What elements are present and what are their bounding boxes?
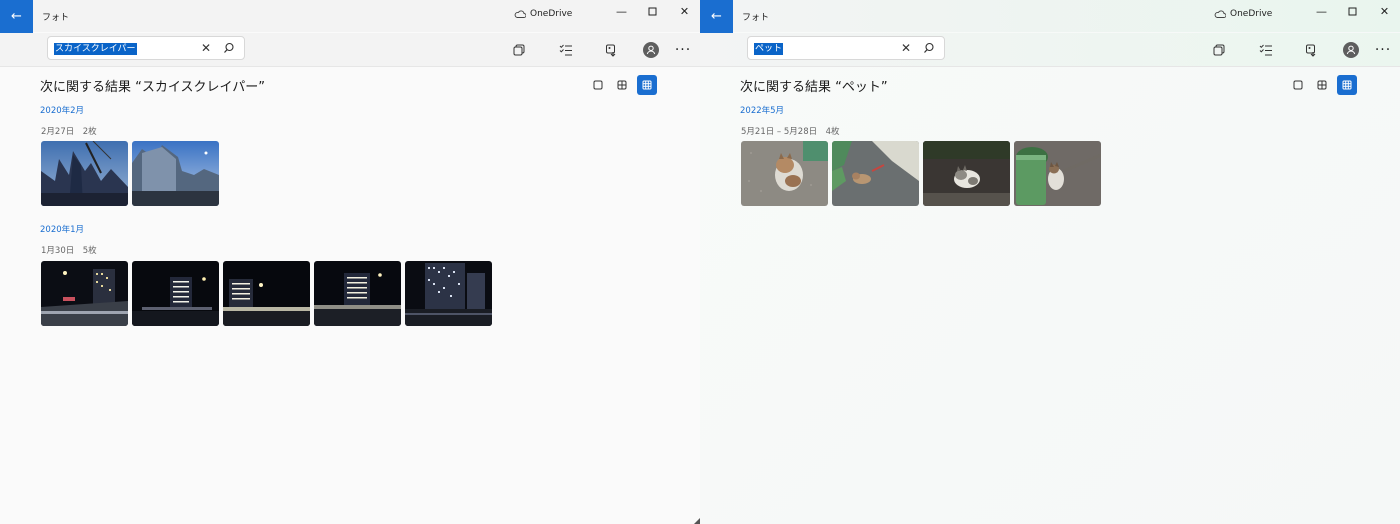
account-icon <box>643 42 659 58</box>
import-button[interactable] <box>1303 41 1321 59</box>
maximize-button[interactable] <box>1337 0 1368 22</box>
more-button[interactable]: ··· <box>1374 41 1392 59</box>
slideshow-icon <box>1213 44 1225 56</box>
account-icon <box>1343 42 1359 58</box>
view-single-button[interactable] <box>588 75 608 95</box>
onedrive-cloud-icon <box>1214 10 1226 18</box>
more-icon: ··· <box>674 42 692 58</box>
back-arrow-icon: ← <box>711 9 722 24</box>
close-button[interactable]: ✕ <box>669 0 700 22</box>
slideshow-icon <box>513 44 525 56</box>
view-grid-button[interactable] <box>612 75 632 95</box>
photo-thumbnail[interactable] <box>832 141 919 206</box>
view-dense-grid-button[interactable] <box>1337 75 1357 95</box>
month-header[interactable]: 2022年5月 <box>740 104 784 116</box>
photos-window-pet: ← フォト OneDrive — ✕ ペット ✕ ··· 次に関する結果 “ペッ… <box>700 0 1400 524</box>
onedrive-cloud-icon <box>514 10 526 18</box>
maximize-icon <box>648 7 657 15</box>
import-icon <box>606 44 616 57</box>
photo-thumbnail[interactable] <box>132 261 219 326</box>
select-icon <box>559 44 572 56</box>
clear-icon: ✕ <box>200 41 212 55</box>
clear-search-button[interactable]: ✕ <box>899 41 913 55</box>
photo-thumbnail[interactable] <box>132 141 219 206</box>
toolbar: スカイスクレイパー ✕ ··· <box>0 33 700 67</box>
search-icon[interactable] <box>922 41 936 55</box>
photo-thumbnail[interactable] <box>1014 141 1101 206</box>
back-button[interactable]: ← <box>700 0 733 33</box>
results-heading: 次に関する結果 “スカイスクレイパー” <box>40 80 265 95</box>
onedrive-label: OneDrive <box>530 9 573 19</box>
dense-grid-view-icon <box>1342 80 1352 90</box>
search-box[interactable]: ペット ✕ <box>747 36 945 60</box>
search-input[interactable]: スカイスクレイパー <box>54 43 137 55</box>
photo-thumbnail[interactable] <box>223 261 310 326</box>
close-icon: ✕ <box>1379 4 1390 18</box>
single-view-icon <box>593 80 603 90</box>
app-title: フォト <box>742 13 770 23</box>
photo-thumbnail[interactable] <box>41 261 128 326</box>
photos-window-skyscraper: ← フォト OneDrive — ✕ スカイスクレイパー ✕ ··· 次に関する… <box>0 0 700 524</box>
onedrive-status[interactable]: OneDrive <box>1214 9 1272 19</box>
back-arrow-icon: ← <box>11 9 22 24</box>
search-input[interactable]: ペット <box>754 43 784 55</box>
select-icon <box>1259 44 1272 56</box>
onedrive-status[interactable]: OneDrive <box>514 9 572 19</box>
date-subheader: 2月27日 2枚 <box>41 127 97 137</box>
clear-search-button[interactable]: ✕ <box>199 41 213 55</box>
month-header[interactable]: 2020年2月 <box>40 104 84 116</box>
account-button[interactable] <box>1342 41 1360 59</box>
import-button[interactable] <box>603 41 621 59</box>
close-icon: ✕ <box>679 4 690 18</box>
minimize-icon: — <box>1316 4 1327 18</box>
title-bar: ← フォト OneDrive — ✕ <box>0 0 700 33</box>
date-subheader: 1月30日 5枚 <box>41 246 97 256</box>
slideshow-button[interactable] <box>1210 41 1228 59</box>
dense-grid-view-icon <box>642 80 652 90</box>
more-button[interactable]: ··· <box>674 41 692 59</box>
import-icon <box>1306 44 1316 57</box>
photo-thumbnail[interactable] <box>314 261 401 326</box>
photo-thumbnail[interactable] <box>405 261 492 326</box>
grid-view-icon <box>1317 80 1327 90</box>
clear-icon: ✕ <box>900 41 912 55</box>
results-heading: 次に関する結果 “ペット” <box>740 80 888 95</box>
search-box[interactable]: スカイスクレイパー ✕ <box>47 36 245 60</box>
view-grid-button[interactable] <box>1312 75 1332 95</box>
date-subheader: 5月21日 – 5月28日 4枚 <box>741 127 840 137</box>
photo-thumbnail[interactable] <box>741 141 828 206</box>
month-header[interactable]: 2020年1月 <box>40 223 84 235</box>
view-dense-grid-button[interactable] <box>637 75 657 95</box>
more-icon: ··· <box>1374 42 1392 58</box>
back-button[interactable]: ← <box>0 0 33 33</box>
account-button[interactable] <box>642 41 660 59</box>
minimize-button[interactable]: — <box>606 0 637 22</box>
select-button[interactable] <box>557 41 575 59</box>
search-icon[interactable] <box>222 41 236 55</box>
minimize-button[interactable]: — <box>1306 0 1337 22</box>
toolbar: ペット ✕ ··· <box>700 33 1400 67</box>
onedrive-label: OneDrive <box>1230 9 1273 19</box>
title-bar: ← フォト OneDrive — ✕ <box>700 0 1400 33</box>
app-title: フォト <box>42 13 70 23</box>
photo-thumbnail[interactable] <box>923 141 1010 206</box>
single-view-icon <box>1293 80 1303 90</box>
view-single-button[interactable] <box>1288 75 1308 95</box>
select-button[interactable] <box>1257 41 1275 59</box>
maximize-button[interactable] <box>637 0 668 22</box>
close-button[interactable]: ✕ <box>1369 0 1400 22</box>
maximize-icon <box>1348 7 1357 15</box>
grid-view-icon <box>617 80 627 90</box>
minimize-icon: — <box>616 4 627 18</box>
photo-thumbnail[interactable] <box>41 141 128 206</box>
slideshow-button[interactable] <box>510 41 528 59</box>
